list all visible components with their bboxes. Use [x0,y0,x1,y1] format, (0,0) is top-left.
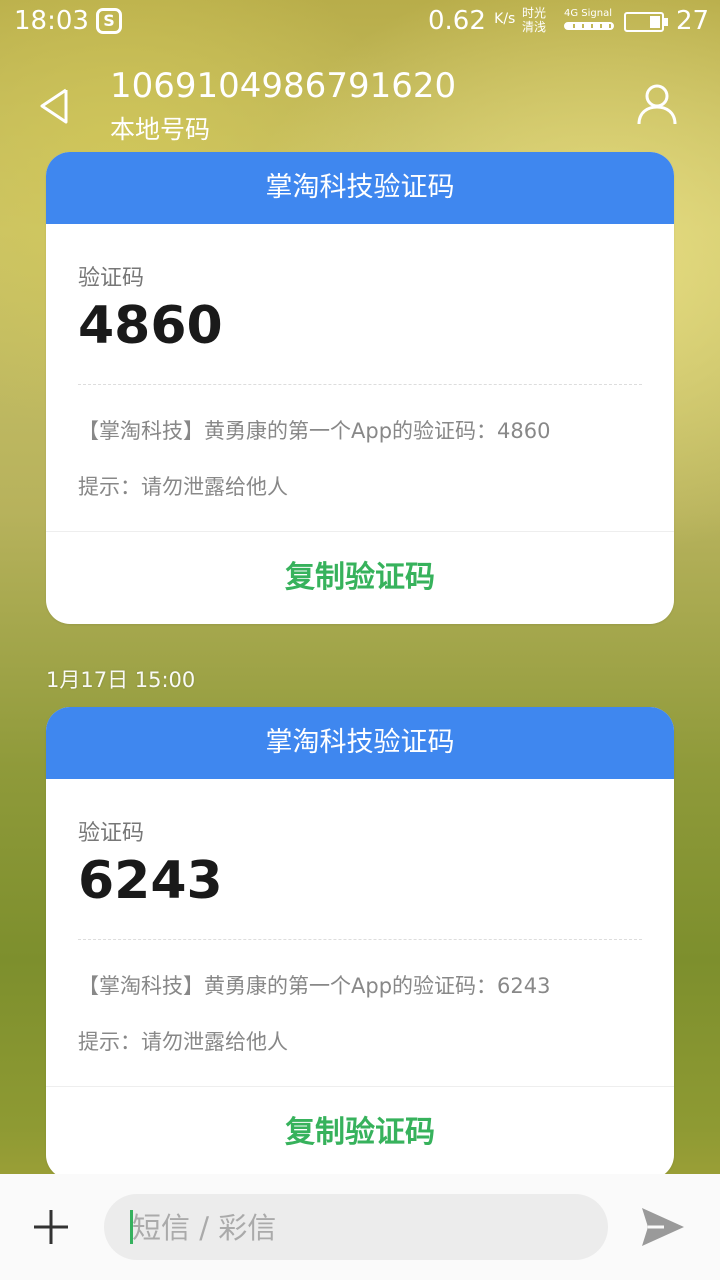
copy-code-button[interactable]: 复制验证码 [46,531,674,624]
status-bar: 18:03 S 0.62 K/s 时光 清浅 4G Signal 27 [0,0,720,46]
network-speed: 0.62 K/s [428,6,515,36]
message-hint: 提示：请勿泄露给他人 [78,475,288,499]
app-notification-icon: S [96,8,122,34]
battery-icon [624,12,668,32]
code-label: 验证码 [78,821,145,846]
message-composer [0,1174,720,1280]
code-label: 验证码 [78,266,145,291]
verification-code[interactable]: 4860 [78,296,642,356]
message-text: 【掌淘科技】黄勇康的第一个App的验证码：6243 [78,974,551,998]
copy-code-button[interactable]: 复制验证码 [46,1086,674,1179]
signal-icon: 4G Signal [564,8,616,30]
message-card: 掌淘科技验证码 验证码 4860 【掌淘科技】黄勇康的第一个App的验证码：48… [46,152,674,624]
network-speed-unit: K/s [494,11,516,27]
status-time: 18:03 [14,6,89,36]
carrier-label: 时光 清浅 [522,6,546,34]
card-body: 验证码 6243 【掌淘科技】黄勇康的第一个App的验证码：6243 提示：请勿… [46,779,674,1086]
signal-label: 4G Signal [564,8,613,19]
message-card: 掌淘科技验证码 验证码 6243 【掌淘科技】黄勇康的第一个App的验证码：62… [46,707,674,1179]
sender-subtitle: 本地号码 [110,115,211,144]
divider [78,384,642,385]
sender-number: 1069104986791620 [110,66,457,106]
plus-icon[interactable] [32,1208,70,1246]
back-icon[interactable] [36,86,72,126]
message-timestamp: 1月17日 15:00 [46,668,196,692]
message-text: 【掌淘科技】黄勇康的第一个App的验证码：4860 [78,419,551,443]
divider [78,939,642,940]
message-input-box[interactable] [104,1194,608,1262]
battery-level: 27 [676,6,710,36]
message-input[interactable] [130,1194,574,1262]
card-title: 掌淘科技验证码 [46,152,674,224]
card-title-text: 掌淘科技验证码 [265,172,455,203]
message-hint: 提示：请勿泄露给他人 [78,1030,288,1054]
verification-code[interactable]: 6243 [78,851,642,911]
send-icon[interactable] [640,1204,686,1250]
contact-icon[interactable] [636,82,678,126]
carrier-top: 时光 [522,6,547,20]
conversation-header: 1069104986791620 本地号码 [0,46,720,156]
network-speed-value: 0.62 [428,6,486,36]
card-title: 掌淘科技验证码 [46,707,674,779]
card-body: 验证码 4860 【掌淘科技】黄勇康的第一个App的验证码：4860 提示：请勿… [46,224,674,531]
carrier-bottom: 清浅 [522,20,547,34]
